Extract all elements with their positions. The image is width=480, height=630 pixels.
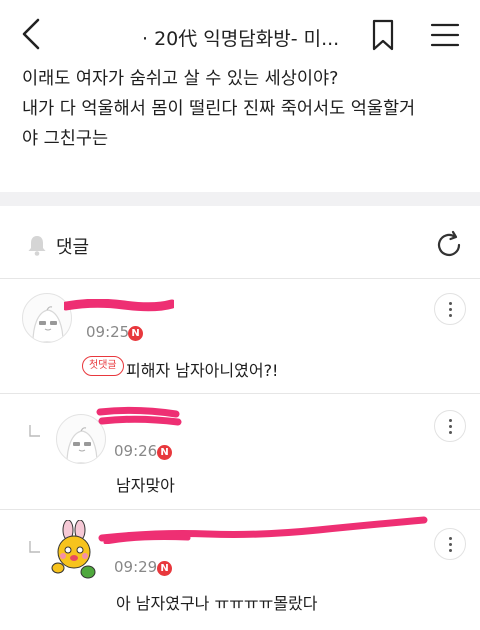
comment-time: 09:25 (86, 323, 130, 341)
back-button[interactable] (14, 14, 50, 54)
new-badge: N (157, 445, 172, 460)
more-options-button[interactable] (434, 293, 466, 325)
redacted-username (98, 516, 428, 544)
top-bar: · 20代 익명담화방- 미... (0, 0, 480, 68)
board-title: · 20代 익명담화방- 미... (142, 28, 340, 50)
more-icon (449, 537, 452, 540)
comment-time: 09:29 (114, 558, 158, 576)
new-badge: N (128, 326, 143, 341)
reply-arrow-icon (29, 541, 40, 553)
more-icon (449, 302, 452, 305)
redacted-username (96, 406, 182, 426)
chevron-left-icon (22, 18, 40, 50)
comment-text: 아 남자였구나 ㅠㅠㅠㅠ몰랐다 (116, 594, 318, 613)
comments-title: 댓글 (56, 237, 90, 258)
post-body: 이래도 여자가 숨쉬고 살 수 있는 세상이야? 내가 다 억울해서 몸이 떨린… (22, 64, 472, 154)
reply-item: 09:26 N 남자맞아 (0, 394, 480, 508)
redacted-username (64, 299, 174, 312)
bookmark-button[interactable] (368, 18, 398, 52)
more-options-button[interactable] (434, 528, 466, 560)
comment-header: 댓글 (0, 206, 480, 278)
post-line: 야 그친구는 (22, 129, 109, 149)
comment-item: 09:25 N 첫댓글 피해자 남자아니였어?! (0, 279, 480, 393)
comment-time: 09:26 (114, 442, 158, 460)
bookmark-icon (372, 19, 394, 51)
comment-text: 피해자 남자아니였어?! (126, 361, 279, 380)
post-line: 내가 다 억울해서 몸이 떨린다 진짜 죽어서도 억울할거 (22, 99, 416, 119)
post-line: 이래도 여자가 숨쉬고 살 수 있는 세상이야? (22, 69, 339, 89)
section-divider (0, 192, 480, 206)
more-icon (449, 419, 452, 422)
menu-button[interactable] (428, 20, 462, 50)
reply-arrow-icon (29, 425, 40, 437)
more-options-button[interactable] (434, 410, 466, 442)
new-badge: N (157, 561, 172, 576)
first-comment-badge: 첫댓글 (82, 356, 124, 376)
refresh-icon (437, 230, 461, 257)
refresh-button[interactable] (432, 228, 466, 262)
reply-item: 09:29 N 아 남자였구나 ㅠㅠㅠㅠ몰랐다 (0, 510, 480, 630)
comment-text: 남자맞아 (116, 476, 175, 495)
hamburger-menu-icon (430, 23, 460, 47)
bell-icon[interactable] (24, 232, 50, 258)
